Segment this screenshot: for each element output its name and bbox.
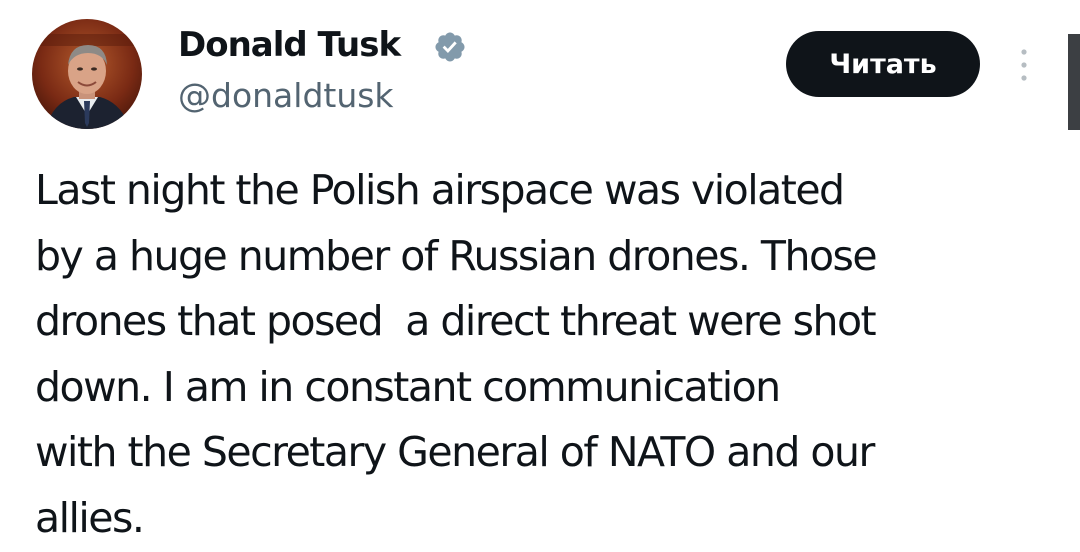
profile-photo bbox=[32, 19, 142, 129]
tweet-text: Last night the Polish airspace was viola… bbox=[35, 158, 1065, 551]
tweet-text-line: down. I am in constant communication bbox=[35, 362, 781, 411]
user-handle[interactable]: @donaldtusk bbox=[178, 76, 394, 116]
tweet-text-line: allies. bbox=[35, 493, 145, 542]
tweet-text-line: with the Secretary General of NATO and o… bbox=[35, 428, 875, 476]
more-vertical-icon[interactable] bbox=[1012, 44, 1036, 86]
verified-badge-icon bbox=[435, 32, 465, 62]
tweet-text-line: drones that posed a direct threat were s… bbox=[35, 297, 877, 345]
tweet-text-line: by a huge number of Russian drones. Thos… bbox=[35, 231, 878, 280]
avatar[interactable] bbox=[32, 19, 142, 129]
display-name[interactable]: Donald Tusk bbox=[178, 25, 401, 65]
tweet-text-line: Last night the Polish airspace was viola… bbox=[35, 166, 845, 214]
scrollbar[interactable] bbox=[1068, 34, 1080, 130]
follow-button[interactable]: Читать bbox=[786, 31, 980, 97]
